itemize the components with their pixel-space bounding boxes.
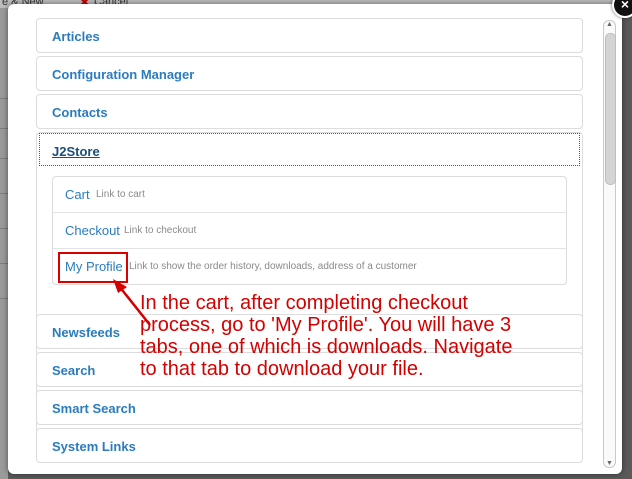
annotation-text: In the cart, after completing checkout p… [140,292,600,380]
annotation-line: to that tab to download your file. [140,358,424,380]
annotation-line: In the cart, after completing checkout [140,292,468,314]
annotation-line: process, go to 'My Profile'. You will ha… [140,314,512,336]
annotation-arrow-icon [113,279,151,326]
annotation-line: tabs, one of which is downloads. Navigat… [140,336,513,358]
